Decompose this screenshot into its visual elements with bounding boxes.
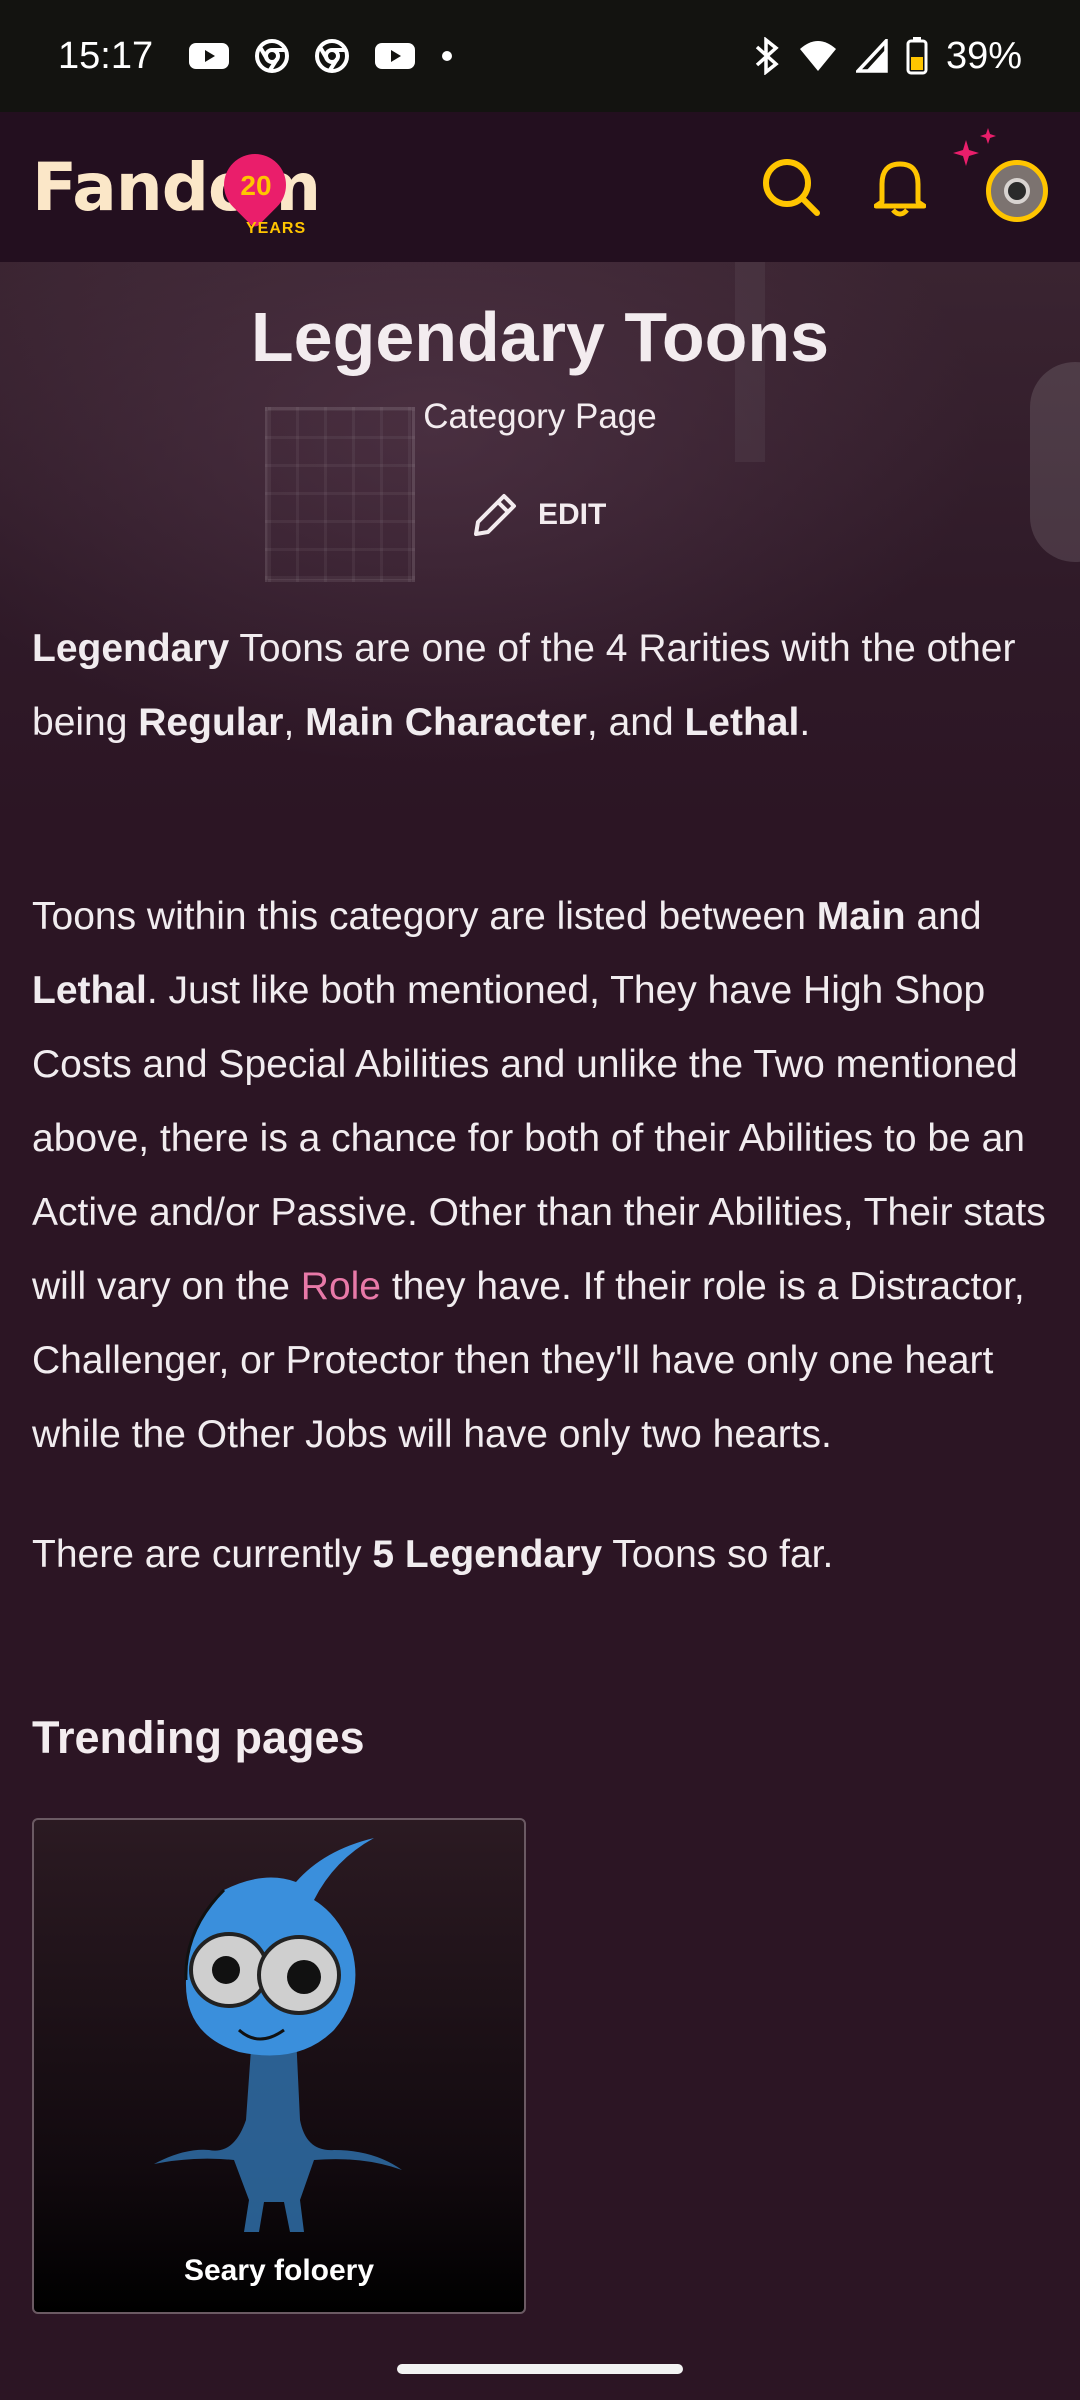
bluetooth-icon (754, 37, 780, 75)
chrome-icon (255, 39, 290, 73)
bold-text: Main (816, 895, 906, 938)
status-right: 39% (754, 35, 1022, 78)
role-link[interactable]: Role (301, 1265, 381, 1308)
logo-badge-number: 20 (240, 170, 272, 201)
status-bar: 15:17 39% (0, 0, 1080, 112)
edit-label: EDIT (538, 498, 607, 531)
trending-heading: Trending pages (32, 1712, 365, 1763)
bold-text: Main Character (305, 701, 587, 744)
bold-text: Lethal (32, 969, 147, 1012)
article-paragraph: Toons within this category are listed be… (32, 880, 1050, 1472)
avatar (986, 160, 1048, 222)
paragraph-text: , (283, 701, 306, 744)
bell-icon (874, 161, 926, 217)
trending-card-label: Seary foloery (183, 2254, 375, 2287)
battery-percentage: 39% (945, 34, 1022, 77)
wifi-icon (798, 39, 838, 73)
paragraph-text: Toons so far. (602, 1533, 834, 1576)
paragraph-text: and (905, 895, 982, 938)
signal-icon (855, 39, 888, 73)
status-left: 15:17 (58, 35, 453, 78)
character-thumbnail (154, 1838, 402, 2232)
chrome-icon (315, 39, 350, 73)
bold-text: Lethal (684, 701, 800, 744)
article-paragraph: There are currently 5 Legendary Toons so… (32, 1518, 1050, 1592)
battery-icon (906, 37, 928, 75)
status-time: 15:17 (58, 34, 154, 77)
header-background-art (1030, 362, 1080, 562)
avatar-image (1004, 178, 1030, 204)
bold-text: Regular (138, 701, 284, 744)
bold-text: Legendary (32, 627, 230, 670)
trending-card[interactable]: Seary foloery (32, 1818, 526, 2314)
article-content: Legendary Toons are one of the 4 Raritie… (32, 612, 1050, 1592)
paragraph-text: . Just like both mentioned, They have Hi… (32, 969, 1046, 1308)
pencil-icon (474, 494, 516, 536)
notifications-button[interactable] (874, 156, 926, 218)
paragraph-text: . (799, 701, 811, 744)
top-navigation: Fandom 20 YEARS (0, 112, 1080, 262)
article-paragraph: Legendary Toons are one of the 4 Raritie… (32, 612, 1050, 760)
logo-years-text: YEARS (246, 220, 307, 237)
paragraph-text: , and (586, 701, 685, 744)
dot-icon (441, 50, 453, 62)
youtube-icon (375, 41, 416, 71)
user-avatar-button[interactable] (953, 128, 1048, 222)
nav-actions (760, 128, 1048, 222)
paragraph-text: There are currently (32, 1533, 373, 1576)
fandom-logo[interactable]: Fandom 20 YEARS (32, 132, 352, 242)
paragraph-text: Toons within this category are listed be… (32, 895, 817, 938)
bold-text: 5 Legendary (372, 1533, 603, 1576)
edit-button[interactable]: EDIT (470, 487, 606, 543)
page-title: Legendary Toons (250, 298, 830, 376)
youtube-icon (189, 41, 230, 71)
search-icon (763, 159, 820, 216)
search-button[interactable] (760, 156, 822, 218)
page-subtitle: Category Page (423, 397, 657, 436)
home-indicator[interactable] (397, 2364, 683, 2374)
